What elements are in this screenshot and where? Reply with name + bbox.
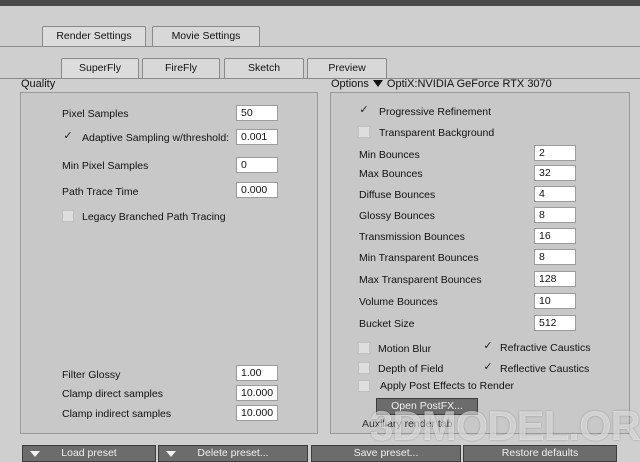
bucket-size-field[interactable]: 512 <box>534 315 576 331</box>
main-tab-divider <box>0 46 640 47</box>
filter-glossy-label: Filter Glossy <box>62 369 121 381</box>
dropdown-caret-icon[interactable] <box>372 80 383 88</box>
transmission-bounces-field[interactable]: 16 <box>534 228 576 244</box>
refractive-caustics-label: Refractive Caustics <box>500 342 591 354</box>
clamp-indirect-field[interactable]: 10.000 <box>236 405 278 421</box>
quality-title: Quality <box>21 78 56 90</box>
adaptive-sampling-checkbox[interactable]: ✓ <box>62 131 74 143</box>
adaptive-sampling-label: Adaptive Sampling w/threshold: <box>82 132 230 144</box>
depth-of-field-checkbox[interactable] <box>358 362 370 374</box>
min-bounces-label: Min Bounces <box>359 149 420 161</box>
delete-preset-label: Delete preset... <box>197 447 269 459</box>
glossy-bounces-label: Glossy Bounces <box>359 210 435 222</box>
glossy-bounces-field[interactable]: 8 <box>534 207 576 223</box>
tab-firefly[interactable]: FireFly <box>142 58 220 78</box>
motion-blur-checkbox[interactable] <box>358 342 370 354</box>
pixel-samples-label: Pixel Samples <box>62 108 129 120</box>
min-bounces-field[interactable]: 2 <box>534 145 576 161</box>
render-device[interactable]: OptiX:NVIDIA GeForce RTX 3070 <box>387 78 552 90</box>
max-transparent-bounces-field[interactable]: 128 <box>534 271 576 287</box>
load-preset-button[interactable]: Load preset <box>22 445 156 462</box>
progressive-refinement-checkbox[interactable]: ✓ <box>358 105 370 117</box>
tab-render-settings[interactable]: Render Settings <box>42 26 146 46</box>
diffuse-bounces-label: Diffuse Bounces <box>359 189 436 201</box>
clamp-indirect-label: Clamp indirect samples <box>62 408 172 420</box>
adaptive-threshold-field[interactable]: 0.001 <box>236 129 278 145</box>
refractive-caustics-checkbox[interactable]: ✓ <box>482 341 494 353</box>
clamp-direct-label: Clamp direct samples <box>62 388 163 400</box>
volume-bounces-field[interactable]: 10 <box>534 293 576 309</box>
max-bounces-field[interactable]: 32 <box>534 165 576 181</box>
tab-movie-settings[interactable]: Movie Settings <box>152 26 260 46</box>
tab-superfly[interactable]: SuperFly <box>61 58 139 78</box>
post-effects-checkbox[interactable] <box>358 380 370 392</box>
legacy-branched-label: Legacy Branched Path Tracing <box>82 211 226 223</box>
progressive-refinement-label: Progressive Refinement <box>379 106 492 118</box>
filter-glossy-field[interactable]: 1.00 <box>236 365 278 381</box>
chevron-down-icon <box>166 451 176 457</box>
max-transparent-bounces-label: Max Transparent Bounces <box>359 274 482 286</box>
path-trace-time-field[interactable]: 0.000 <box>236 182 278 198</box>
reflective-caustics-checkbox[interactable]: ✓ <box>482 362 494 374</box>
diffuse-bounces-field[interactable]: 4 <box>534 186 576 202</box>
legacy-branched-checkbox[interactable] <box>62 210 74 222</box>
tab-preview[interactable]: Preview <box>307 58 387 78</box>
options-header: Options OptiX:NVIDIA GeForce RTX 3070 <box>331 78 552 90</box>
bucket-size-label: Bucket Size <box>359 318 415 330</box>
transmission-bounces-label: Transmission Bounces <box>359 231 465 243</box>
min-pixel-samples-field[interactable]: 0 <box>236 157 278 173</box>
load-preset-label: Load preset <box>61 447 117 459</box>
min-transparent-bounces-label: Min Transparent Bounces <box>359 252 479 264</box>
max-bounces-label: Max Bounces <box>359 168 423 180</box>
min-pixel-samples-label: Min Pixel Samples <box>62 160 149 172</box>
depth-of-field-label: Depth of Field <box>378 363 444 375</box>
path-trace-time-label: Path Trace Time <box>62 186 139 198</box>
clamp-direct-field[interactable]: 10.000 <box>236 385 278 401</box>
volume-bounces-label: Volume Bounces <box>359 296 438 308</box>
transparent-background-label: Transparent Background <box>379 127 495 139</box>
tab-sketch[interactable]: Sketch <box>224 58 304 78</box>
motion-blur-label: Motion Blur <box>378 343 432 355</box>
post-effects-label: Apply Post Effects to Render <box>380 380 515 392</box>
watermark-logo: 3DMODEL.ORG <box>370 402 640 449</box>
delete-preset-button[interactable]: Delete preset... <box>158 445 308 462</box>
render-settings-window: Render Settings Movie Settings SuperFly … <box>0 6 640 462</box>
min-transparent-bounces-field[interactable]: 8 <box>534 249 576 265</box>
options-title: Options <box>331 78 369 90</box>
transparent-background-checkbox[interactable] <box>358 126 370 138</box>
chevron-down-icon <box>30 451 40 457</box>
pixel-samples-field[interactable]: 50 <box>236 105 278 121</box>
reflective-caustics-label: Reflective Caustics <box>500 363 590 375</box>
